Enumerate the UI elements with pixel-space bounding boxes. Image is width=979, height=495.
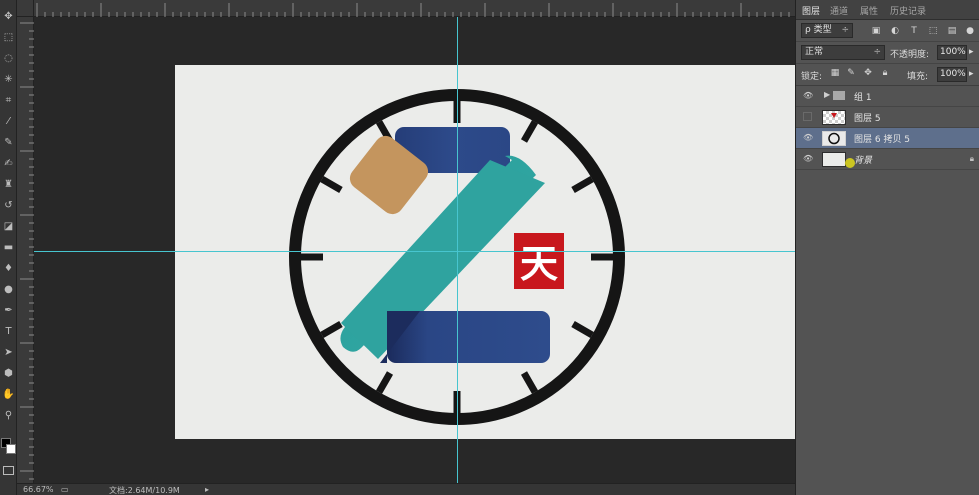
layer-name: 背景 — [854, 156, 873, 166]
expand-arrow-icon[interactable]: ▶ — [824, 90, 830, 99]
ruler-left-ticks — [20, 22, 34, 480]
path-selection-tool-icon[interactable]: ➤ — [2, 346, 15, 359]
history-brush-tool-icon[interactable]: ↺ — [2, 199, 15, 212]
hand-tool-icon[interactable]: ✋ — [2, 388, 15, 401]
panel-tabs: 图层 通道 属性 历史记录 — [796, 0, 979, 20]
layer-row-layer-6-copy-5[interactable]: 👁︎ 图层 6 拷贝 5 — [796, 128, 979, 149]
visibility-eye-icon[interactable]: 👁︎ — [803, 91, 813, 101]
clock-tick — [320, 320, 343, 339]
clock-tick — [571, 175, 594, 194]
status-menu-arrow-icon[interactable]: ▸ — [205, 485, 209, 494]
thumb-mark — [831, 113, 837, 118]
filter-type-icon[interactable]: T — [909, 26, 919, 36]
quick-mask-icon[interactable] — [3, 466, 14, 475]
dodge-tool-icon[interactable]: ● — [2, 283, 15, 296]
layer-thumbnail — [822, 131, 846, 146]
tab-layers[interactable]: 图层 — [802, 4, 820, 17]
guide-horizontal[interactable] — [34, 251, 795, 252]
clock-tick — [571, 320, 594, 339]
ruler-top-ticks — [36, 3, 790, 17]
type-tool-icon[interactable]: T — [2, 325, 15, 338]
ruler-top[interactable] — [17, 0, 795, 17]
layer-thumbnail — [822, 152, 846, 167]
gradient-tool-icon[interactable]: ▬ — [2, 241, 15, 254]
filter-smart-object-icon[interactable]: ▤ — [947, 26, 957, 36]
document-size: 文档:2.64M/10.9M — [109, 486, 180, 495]
toolbox: ✥ ⬚ ◌ ✳ ⌗ ⁄ ✎ ✍ ♜ ↺ ◪ ▬ ♦ ● ✒ T ➤ ⬢ ✋ ⚲ — [0, 0, 17, 495]
move-tool-icon[interactable]: ✥ — [2, 10, 15, 23]
layer-name: 图层 5 — [854, 114, 881, 124]
shape-tool-icon[interactable]: ⬢ — [2, 367, 15, 380]
background-color-swatch[interactable] — [6, 444, 16, 454]
filter-adjustment-icon[interactable]: ◐ — [890, 26, 900, 36]
zoom-level[interactable]: 66.67% — [23, 485, 54, 494]
ruler-left[interactable] — [17, 17, 34, 483]
clock-tick — [520, 120, 539, 143]
ruler-origin[interactable] — [17, 0, 34, 17]
document-canvas[interactable]: 天 — [175, 65, 795, 439]
layers-list-empty-area — [796, 170, 979, 495]
lock-all-icon[interactable]: 🔒︎ — [880, 68, 890, 78]
filter-shape-icon[interactable]: ⬚ — [928, 26, 938, 36]
lock-label: 锁定: — [801, 72, 823, 82]
pen-tool-icon[interactable]: ✒ — [2, 304, 15, 317]
visibility-eye-icon[interactable]: 👁︎ — [803, 154, 813, 164]
guide-vertical[interactable] — [457, 17, 458, 483]
lock-position-icon[interactable]: ✥ — [863, 68, 873, 78]
marquee-tool-icon[interactable]: ⬚ — [2, 31, 15, 44]
opacity-arrow-icon[interactable]: ▸ — [969, 47, 974, 57]
eyedropper-tool-icon[interactable]: ⁄ — [2, 115, 15, 128]
red-seal-char: 天 — [520, 242, 558, 286]
lock-image-icon[interactable]: ✎ — [846, 68, 856, 78]
tab-properties[interactable]: 属性 — [860, 4, 878, 17]
thumb-ring — [828, 132, 840, 145]
status-bar: 66.67% ▭ 文档:2.64M/10.9M ▸ — [17, 483, 795, 495]
visibility-eye-icon[interactable]: 👁︎ — [803, 133, 813, 143]
layer-thumbnail — [822, 110, 846, 125]
layers-panel: 图层 通道 属性 历史记录 ρ 类型 ÷ ▣ ◐ T ⬚ ▤ ● 正常 ÷ 不透… — [795, 0, 979, 495]
filter-pixel-icon[interactable]: ▣ — [871, 26, 881, 36]
fill-arrow-icon[interactable]: ▸ — [969, 69, 974, 79]
layer-row-group-1[interactable]: 👁︎ ▶ 组 1 — [796, 86, 979, 107]
layer-name: 组 1 — [854, 93, 872, 103]
crop-tool-icon[interactable]: ⌗ — [2, 94, 15, 107]
opacity-input[interactable]: 100% — [937, 45, 967, 60]
fill-label: 填充: — [907, 72, 929, 82]
clock-tick — [320, 175, 343, 194]
layer-name: 图层 6 拷贝 5 — [854, 135, 911, 145]
status-icon[interactable]: ▭ — [61, 485, 69, 494]
fill-input[interactable]: 100% — [937, 67, 967, 82]
folder-icon — [833, 91, 845, 100]
filter-toggle-icon[interactable]: ● — [965, 26, 975, 36]
canvas-workspace[interactable]: 天 — [34, 17, 795, 483]
layer-lock-icon: 🔒︎ — [969, 154, 974, 163]
visibility-toggle-off[interactable] — [803, 112, 812, 121]
tab-history[interactable]: 历史记录 — [890, 4, 926, 17]
eraser-tool-icon[interactable]: ◪ — [2, 220, 15, 233]
blur-tool-icon[interactable]: ♦ — [2, 262, 15, 275]
blend-row: 正常 ÷ 不透明度: 100% ▸ — [796, 42, 979, 64]
tab-channels[interactable]: 通道 — [830, 4, 848, 17]
layer-row-background[interactable]: 👁︎ 背景 🔒︎ — [796, 149, 979, 170]
blend-mode-select[interactable]: 正常 ÷ — [801, 45, 885, 60]
cursor-highlight — [845, 158, 855, 168]
logo-artwork: 天 — [289, 89, 625, 425]
opacity-label: 不透明度: — [890, 50, 930, 60]
magic-wand-tool-icon[interactable]: ✳ — [2, 73, 15, 86]
brush-tool-icon[interactable]: ✍ — [2, 157, 15, 170]
zoom-tool-icon[interactable]: ⚲ — [2, 409, 15, 422]
lock-transparent-icon[interactable]: ▦ — [830, 68, 840, 78]
clock-tick — [520, 371, 539, 394]
layer-row-layer-5[interactable]: 图层 5 — [796, 107, 979, 128]
clone-stamp-tool-icon[interactable]: ♜ — [2, 178, 15, 191]
filter-kind-select[interactable]: ρ 类型 ÷ — [801, 23, 853, 38]
lasso-tool-icon[interactable]: ◌ — [2, 52, 15, 65]
clock-tick — [375, 371, 394, 394]
healing-brush-tool-icon[interactable]: ✎ — [2, 136, 15, 149]
